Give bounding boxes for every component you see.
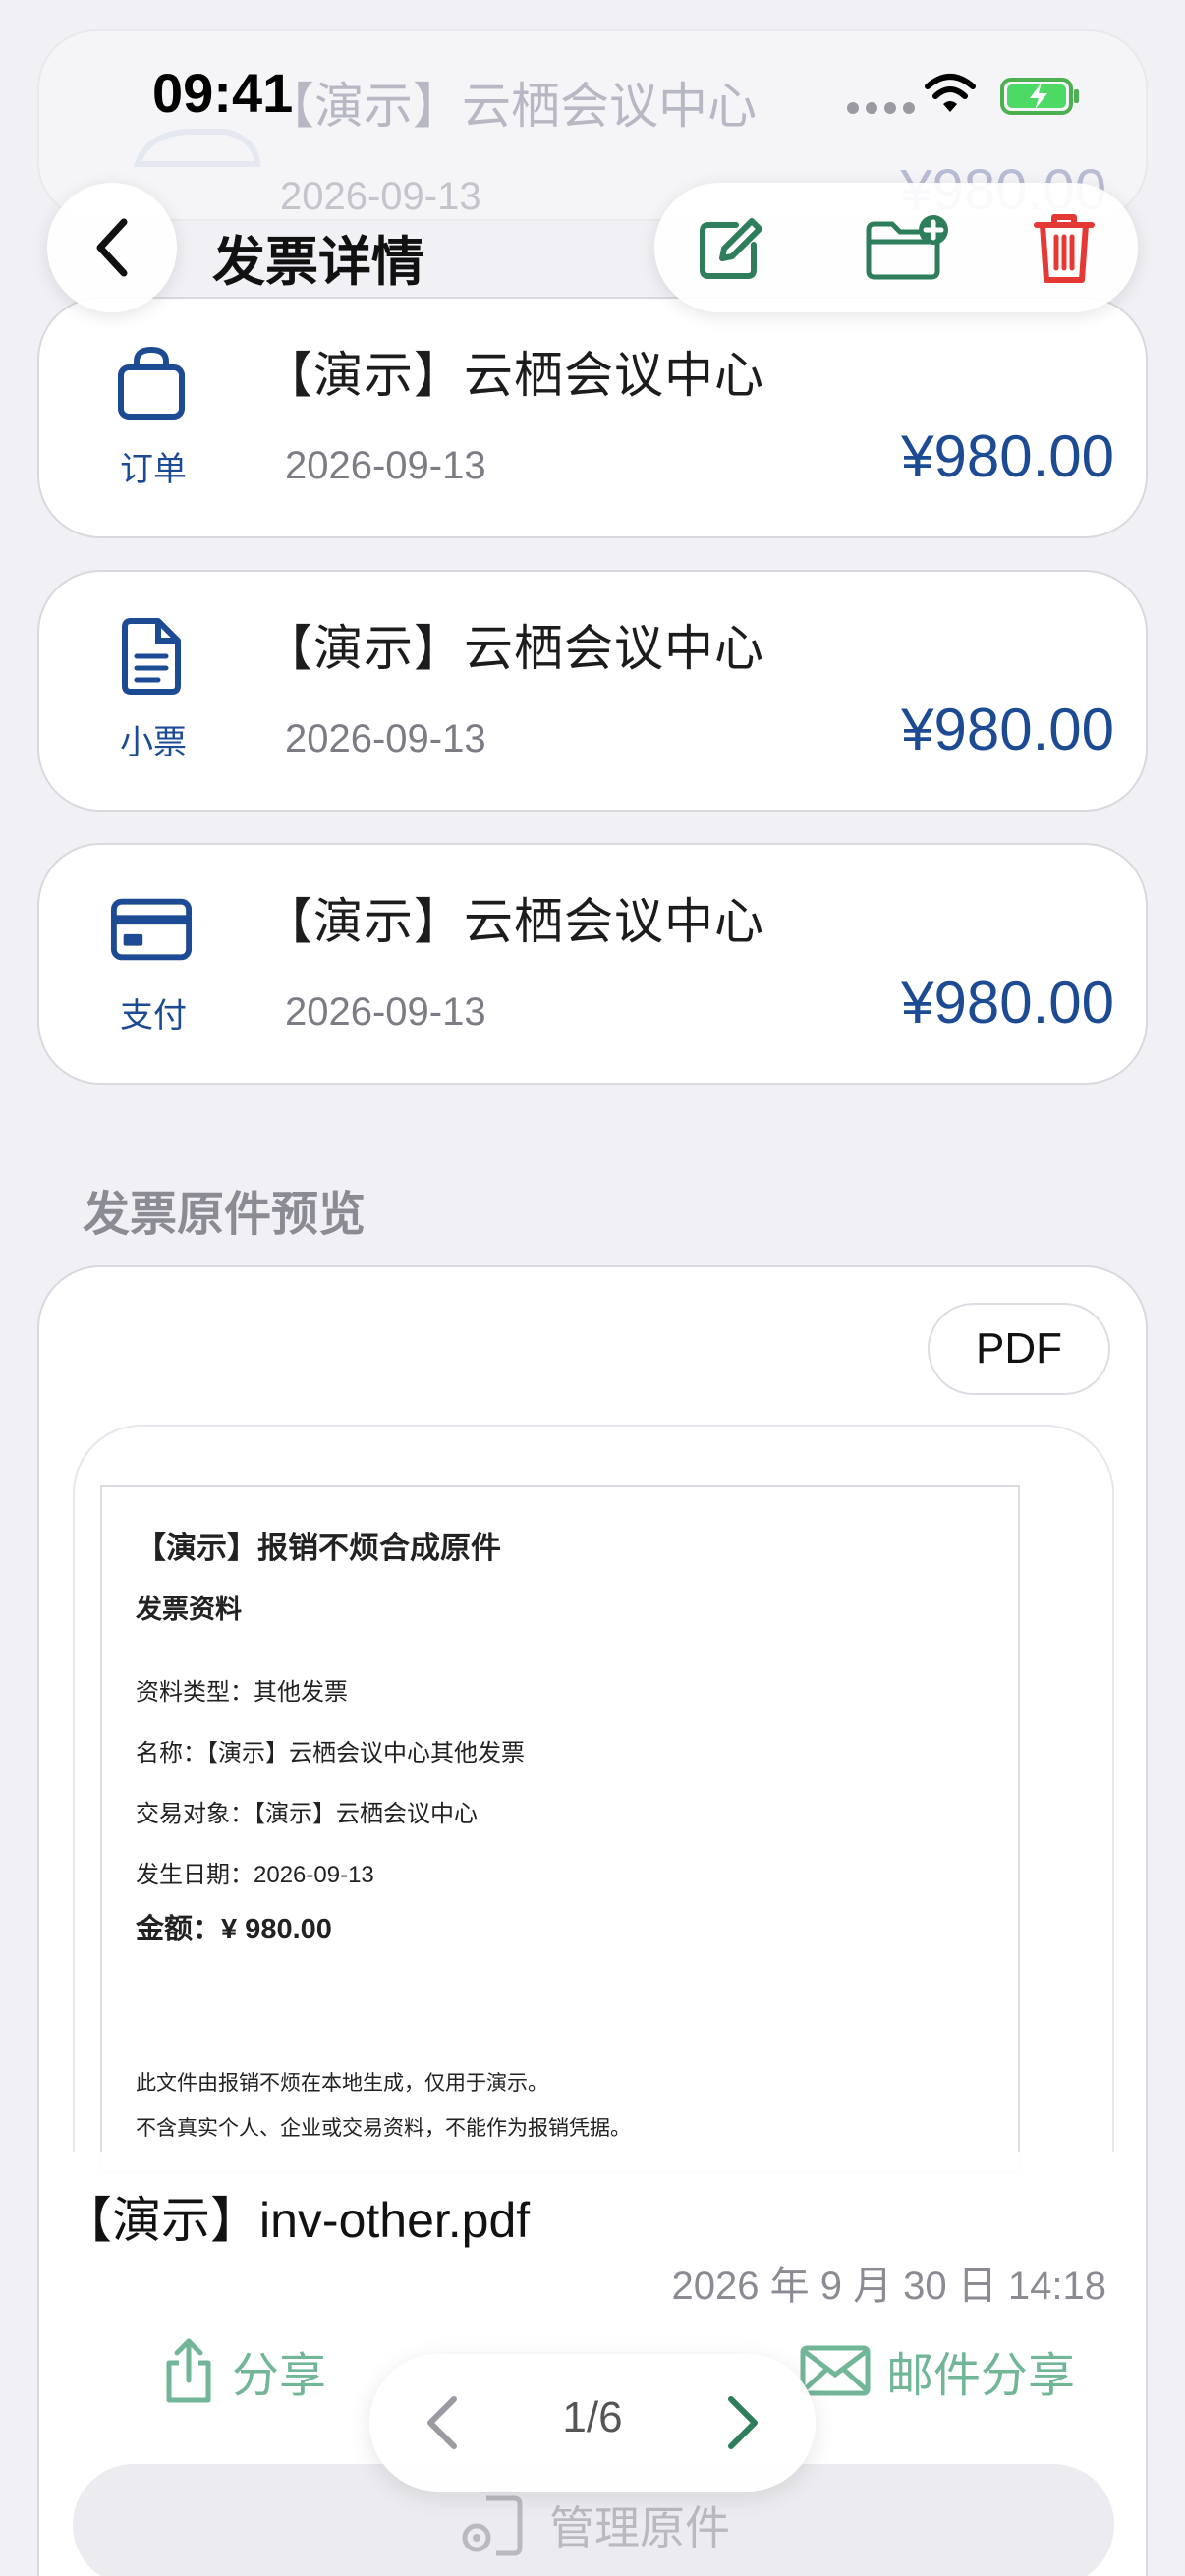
credit-card-icon bbox=[110, 888, 193, 971]
document-line: 名称：【演示】云栖会议中心其他发票 bbox=[136, 1740, 525, 1766]
trash-icon bbox=[1034, 214, 1095, 283]
share-label: 分享 bbox=[232, 2350, 327, 2402]
invoice-item-card[interactable]: 小票 【演示】云栖会议中心 2026-09-13 ¥980.00 bbox=[37, 570, 1148, 812]
mail-share-button[interactable]: 邮件分享 bbox=[800, 2336, 1075, 2405]
document-line: 交易对象：【演示】云栖会议中心 bbox=[136, 1801, 478, 1827]
item-kind-label: 订单 bbox=[120, 451, 187, 488]
battery-charging-icon bbox=[1000, 78, 1079, 115]
item-kind-label: 支付 bbox=[120, 997, 187, 1035]
status-bar: 09:41 bbox=[0, 0, 1185, 187]
mail-icon bbox=[800, 2345, 871, 2396]
status-time: 09:41 bbox=[152, 62, 294, 124]
share-button[interactable]: 分享 bbox=[161, 2336, 326, 2405]
item-amount: ¥980.00 bbox=[901, 970, 1114, 1036]
item-title: 【演示】云栖会议中心 bbox=[263, 348, 764, 403]
back-button[interactable] bbox=[47, 183, 177, 312]
item-amount: ¥980.00 bbox=[901, 697, 1114, 762]
folder-add-icon bbox=[866, 215, 948, 280]
item-title: 【演示】云栖会议中心 bbox=[263, 894, 764, 949]
item-date: 2026-09-13 bbox=[285, 444, 486, 487]
format-badge: PDF bbox=[928, 1303, 1110, 1395]
page-title: 发票详情 bbox=[212, 233, 424, 292]
wifi-icon bbox=[925, 74, 976, 112]
document-amount: 金额：¥ 980.00 bbox=[136, 1914, 332, 1945]
file-name: 【演示】inv-other.pdf bbox=[63, 2193, 531, 2248]
item-title: 【演示】云栖会议中心 bbox=[263, 621, 764, 676]
chevron-left-icon bbox=[96, 218, 128, 277]
mail-share-label: 邮件分享 bbox=[886, 2350, 1076, 2402]
document-heading: 【演示】报销不烦合成原件 bbox=[136, 1531, 501, 1565]
receipt-document-icon bbox=[110, 615, 193, 698]
document-note: 此文件由报销不烦在本地生成，仅用于演示。 bbox=[136, 2072, 548, 2095]
next-page-button[interactable] bbox=[711, 2393, 770, 2452]
document-line: 发生日期：2026-09-13 bbox=[136, 1862, 374, 1888]
edit-button[interactable] bbox=[696, 214, 764, 283]
toolbar-actions bbox=[654, 183, 1138, 312]
section-title: 发票原件预览 bbox=[83, 1189, 367, 1241]
document-preview[interactable]: 【演示】报销不烦合成原件 发票资料 资料类型：其他发票 名称：【演示】云栖会议中… bbox=[100, 1485, 1020, 2173]
document-note: 不含真实个人、企业或交易资料，不能作为报销凭据。 bbox=[136, 2117, 631, 2140]
cellular-dots-icon bbox=[847, 102, 915, 114]
edit-icon bbox=[700, 218, 762, 279]
manage-label: 管理原件 bbox=[549, 2502, 730, 2553]
document-line: 资料类型：其他发票 bbox=[136, 1679, 348, 1706]
add-to-folder-button[interactable] bbox=[861, 214, 955, 283]
file-timestamp: 2026 年 9 月 30 日 14:18 bbox=[671, 2265, 1107, 2308]
bag-icon bbox=[110, 342, 193, 424]
gear-document-icon bbox=[462, 2495, 523, 2556]
item-date: 2026-09-13 bbox=[285, 717, 486, 760]
page-pager: 1/6 bbox=[369, 2354, 816, 2492]
document-subheading: 发票资料 bbox=[136, 1595, 242, 1624]
share-icon bbox=[166, 2338, 211, 2403]
delete-button[interactable] bbox=[1030, 214, 1099, 283]
item-amount: ¥980.00 bbox=[901, 423, 1114, 489]
invoice-item-card[interactable]: 支付 【演示】云栖会议中心 2026-09-13 ¥980.00 bbox=[37, 843, 1148, 1085]
item-kind-label: 小票 bbox=[120, 724, 187, 761]
item-date: 2026-09-13 bbox=[285, 990, 486, 1034]
invoice-item-card[interactable]: 订单 【演示】云栖会议中心 2026-09-13 ¥980.00 bbox=[37, 297, 1148, 538]
